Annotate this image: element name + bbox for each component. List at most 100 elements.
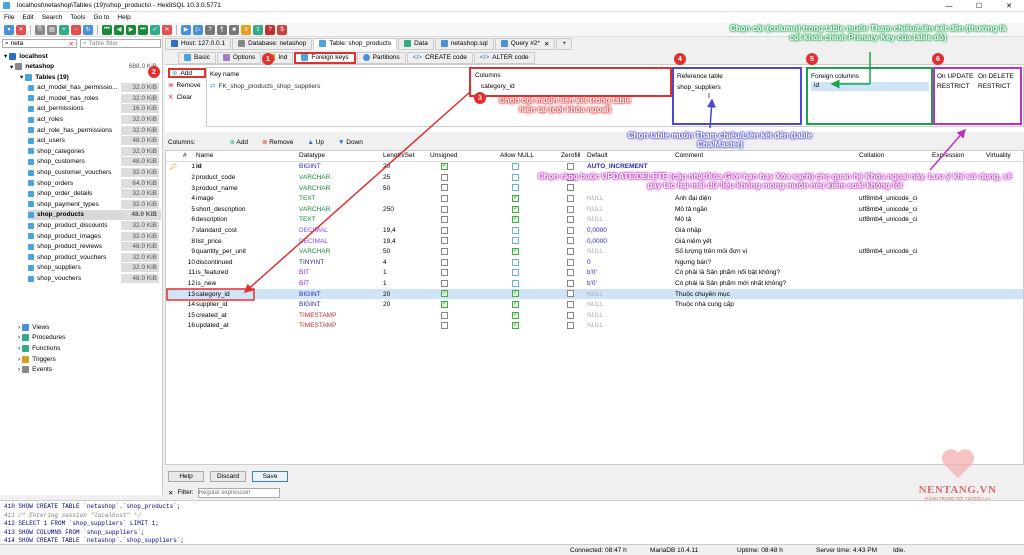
allow-null-checkbox[interactable] <box>512 269 519 278</box>
column-default[interactable]: NULL <box>587 248 604 255</box>
tree-tables-folder[interactable]: ▾ Tables (19) <box>20 72 161 83</box>
zerofill-checkbox[interactable] <box>567 205 574 215</box>
column-collation[interactable]: utf8mb4_unicode_ci <box>859 248 917 255</box>
zerofill-checkbox[interactable] <box>567 311 574 321</box>
tree-table-item[interactable]: acl_roles 32.0 KiB <box>28 114 161 125</box>
allow-null-checkbox[interactable] <box>512 322 519 330</box>
next-icon[interactable]: ▶ <box>126 24 136 35</box>
column-datatype[interactable]: TIMESTAMP <box>299 322 336 329</box>
zerofill-checkbox[interactable] <box>567 163 574 172</box>
tree-table-item[interactable]: shop_vouchers 48.0 KiB <box>28 273 161 284</box>
zerofill-checkbox[interactable] <box>567 226 574 236</box>
column-length[interactable]: 19,4 <box>383 238 396 245</box>
tab-query[interactable]: Query #2* ✕ <box>494 37 556 50</box>
unsigned-checkbox[interactable] <box>441 184 448 193</box>
table-row[interactable]: 15created_at TIMESTAMP NULL <box>166 310 1023 321</box>
export-icon[interactable]: ⇪ <box>253 24 263 35</box>
tree-folder-item[interactable]: › Events <box>18 364 161 375</box>
close-icon[interactable]: ✕ <box>994 0 1024 12</box>
add-icon[interactable]: + <box>59 24 69 35</box>
zerofill-checkbox[interactable] <box>567 290 574 299</box>
fk-foreign-columns-cell[interactable]: Foreign columns id <box>806 67 933 125</box>
table-row[interactable]: 11 is_featured BIT 1 b'0' Có phải là Sản phẩm… <box>166 268 1023 279</box>
tree-table-item[interactable]: shop_payment_types 32.0 KiB <box>28 199 161 210</box>
column-name[interactable]: updated_at <box>196 322 229 329</box>
unsigned-checkbox[interactable] <box>441 269 448 278</box>
column-name[interactable]: supplier_id <box>196 301 227 308</box>
column-default[interactable]: 0,0000 <box>587 238 607 245</box>
column-collation[interactable]: utf8mb4_unicode_ci <box>859 206 917 213</box>
tab-data[interactable]: Data <box>398 37 434 50</box>
allow-null-checkbox[interactable] <box>512 279 519 289</box>
allow-null-checkbox[interactable] <box>512 300 519 309</box>
allow-null-checkbox[interactable] <box>512 205 519 214</box>
tree-table-item[interactable]: acl_model_has_roles 32.0 KiB <box>28 93 161 104</box>
unsigned-checkbox[interactable] <box>441 163 448 171</box>
zerofill-checkbox[interactable] <box>567 247 574 257</box>
zerofill-checkbox[interactable] <box>567 258 574 268</box>
zerofill-checkbox[interactable] <box>567 216 574 225</box>
tab-table[interactable]: Table: shop_products <box>313 37 398 50</box>
menu-goto[interactable]: Go to <box>93 14 109 21</box>
column-name[interactable]: product_code <box>196 174 235 181</box>
menu-help[interactable]: Help <box>117 14 130 21</box>
menu-edit[interactable]: Edit <box>22 14 33 21</box>
clear-icon[interactable]: ✕ <box>69 40 74 48</box>
tree-table-item[interactable]: shop_products 48.0 KiB <box>28 209 161 221</box>
tree-table-item[interactable]: acl_model_has_permissio... 32.0 KiB <box>28 83 161 94</box>
column-comment[interactable]: Giá niêm yết <box>675 238 855 245</box>
subtab-foreign-keys[interactable]: Foreign keys <box>294 51 356 64</box>
column-comment[interactable]: Ngưng bán? <box>675 259 855 266</box>
column-default[interactable]: 0,0000 <box>587 227 607 234</box>
menu-tools[interactable]: Tools <box>70 14 85 21</box>
tab-sqlfile[interactable]: netashop.sql <box>434 37 494 50</box>
tree-root[interactable]: ▾ localhost <box>4 51 165 62</box>
stop-icon[interactable]: ■ <box>229 24 239 35</box>
remove-fk-button[interactable]: ⊗ Remove <box>168 80 206 90</box>
refresh-icon[interactable]: ↻ <box>83 24 93 35</box>
column-name[interactable]: quantity_per_unit <box>196 248 246 255</box>
table-row[interactable]: 12 is_new BIT 1 b'0' Có phải là Sản phẩm mới … <box>166 278 1023 289</box>
unsigned-checkbox[interactable] <box>441 216 448 225</box>
column-datatype[interactable]: VARCHAR <box>299 185 330 192</box>
filter-input[interactable] <box>197 487 280 498</box>
help-icon[interactable]: ? <box>265 24 275 35</box>
table-row[interactable]: 16updated_at TIMESTAMP NULL <box>166 321 1023 332</box>
collapse-icon[interactable]: ▾ <box>10 63 13 71</box>
column-datatype[interactable]: BIT <box>299 269 309 276</box>
column-comment[interactable]: Mô tả <box>675 216 855 223</box>
table-row[interactable]: 14supplier_id BIGINT 20 NULL Thuộc nhà cung … <box>166 299 1023 310</box>
collapse-icon[interactable]: ▾ <box>20 73 23 81</box>
column-datatype[interactable]: TIMESTAMP <box>299 312 336 319</box>
tree-table-item[interactable]: shop_orders 64.0 KiB <box>28 178 161 189</box>
column-name[interactable]: list_price <box>196 238 222 245</box>
unsigned-checkbox[interactable] <box>441 322 448 331</box>
column-length[interactable]: 19,4 <box>383 227 396 234</box>
minimize-icon[interactable]: — <box>934 0 964 12</box>
column-length[interactable]: 20 <box>383 291 390 298</box>
column-length[interactable]: 1 <box>383 269 387 276</box>
expand-icon[interactable]: › <box>18 345 20 352</box>
disconnect-icon[interactable]: ✕ <box>16 24 26 35</box>
column-default[interactable]: b'0' <box>587 269 597 276</box>
column-comment[interactable]: Thuộc chuyên mục <box>675 291 855 298</box>
tree-folder-item[interactable]: › Functions <box>18 343 161 354</box>
column-name[interactable]: created_at <box>196 312 227 319</box>
tree-table-item[interactable]: acl_role_has_permissions 32.0 KiB <box>28 125 161 136</box>
subtab-basic[interactable]: Basic <box>178 51 216 64</box>
column-default[interactable]: b'0' <box>587 280 597 287</box>
column-name[interactable]: category_id <box>196 291 230 298</box>
column-default[interactable]: NULL <box>587 216 604 223</box>
table-row[interactable]: 7 standard_cost DECIMAL 19,4 0,0000 Giá nhập <box>166 225 1023 236</box>
column-default[interactable]: NULL <box>587 195 604 202</box>
allow-null-checkbox[interactable] <box>512 258 519 268</box>
tree-table-item[interactable]: acl_permissions 16.0 KiB <box>28 104 161 115</box>
fk-actions-cell[interactable]: On UPDATE On DELETE RESTRICT RESTRICT <box>933 67 1022 125</box>
unsigned-checkbox[interactable] <box>441 237 448 246</box>
close-icon[interactable]: ✕ <box>544 40 549 48</box>
table-row[interactable]: 9quantity_per_unit VARCHAR 50 NULL Số lượng … <box>166 246 1023 257</box>
allow-null-checkbox[interactable] <box>512 247 519 256</box>
tree-folder-item[interactable]: › Views <box>18 322 161 333</box>
column-default[interactable]: NULL <box>587 312 604 319</box>
table-filter-input[interactable]: ⌕ Table filter <box>80 39 161 48</box>
